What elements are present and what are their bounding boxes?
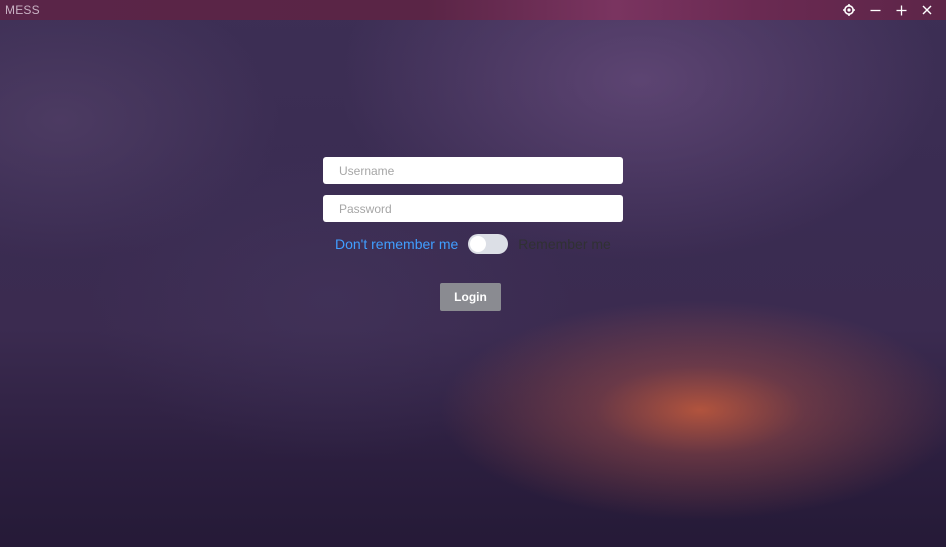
username-input[interactable]: [323, 157, 623, 184]
login-button[interactable]: Login: [440, 283, 501, 311]
login-form: [323, 157, 623, 222]
window-title: MESS: [5, 3, 40, 17]
remember-me-label[interactable]: Remember me: [518, 236, 611, 252]
dont-remember-label[interactable]: Don't remember me: [335, 236, 458, 252]
close-icon[interactable]: [914, 0, 940, 20]
window-controls: [836, 0, 946, 20]
switch-knob: [470, 236, 487, 252]
login-window: MESS Username Don't remember me Remember…: [0, 0, 946, 547]
remember-me-toggle-row: Don't remember me Remember me: [335, 234, 611, 254]
title-bar[interactable]: MESS: [0, 0, 946, 20]
password-input[interactable]: [323, 195, 623, 222]
settings-icon[interactable]: [836, 0, 862, 20]
minimize-icon[interactable]: [862, 0, 888, 20]
maximize-icon[interactable]: [888, 0, 914, 20]
remember-me-switch[interactable]: [468, 234, 509, 254]
